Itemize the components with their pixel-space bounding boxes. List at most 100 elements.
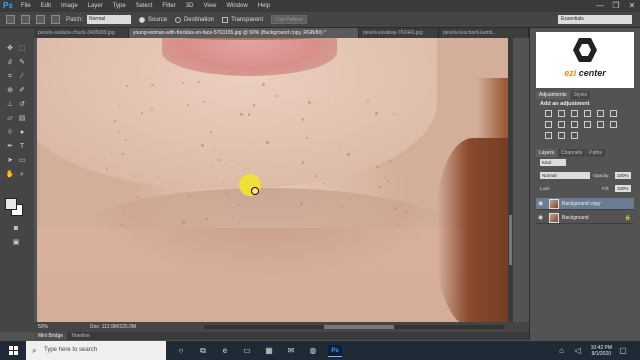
visibility-eye-icon[interactable]: ◉ [538,200,546,207]
threshold-icon[interactable] [558,132,565,139]
file-explorer-icon[interactable]: ▭ [240,345,254,357]
notifications-icon[interactable]: ▢ [616,345,630,357]
lasso-tool-icon[interactable]: ∂ [5,58,15,67]
volume-icon[interactable]: ◁ [571,345,585,357]
brightness-icon[interactable] [545,110,552,117]
marquee-tool-icon[interactable]: ⬚ [17,44,27,53]
add-selection-icon[interactable] [36,15,45,24]
quick-select-icon[interactable]: ✎ [17,58,27,67]
tab-layers[interactable]: Layers [536,149,558,157]
color-lookup-icon[interactable] [597,121,604,128]
fill-input[interactable]: 100% [615,185,631,192]
workspace-select[interactable]: Essentials [558,15,632,24]
menu-image[interactable]: Image [61,3,78,9]
transparent-checkbox[interactable] [222,16,229,23]
zoom-level[interactable]: 50% [38,324,60,330]
tab-document-1[interactable]: pexels-wallace-chuck-3435909.jpg [34,28,129,38]
vertical-scroll-thumb[interactable] [509,215,512,265]
curves-icon[interactable] [571,110,578,117]
zoom-tool-icon[interactable]: ⌕ [17,170,27,179]
screen-mode-icon[interactable]: ▣ [11,238,21,247]
windows-icon[interactable] [9,345,19,356]
gradient-tool-icon[interactable]: ▤ [17,114,27,123]
healing-brush-icon[interactable]: ⊕ [5,86,15,95]
tab-adjustments[interactable]: Adjustments [536,91,570,99]
foreground-color-swatch[interactable] [5,198,17,210]
close-button[interactable]: ✕ [624,0,640,12]
posterize-icon[interactable] [545,132,552,139]
taskbar-search-input[interactable]: ⌕ Type here to search [26,341,166,360]
eraser-tool-icon[interactable]: ▱ [5,114,15,123]
edge-icon[interactable]: e [218,345,232,357]
tab-document-3[interactable]: pexels-pixabay-762441.jpg [359,28,439,38]
destination-radio[interactable] [175,16,182,23]
visibility-eye-icon[interactable]: ◉ [538,214,546,221]
path-select-icon[interactable]: ➤ [5,156,15,165]
type-tool-icon[interactable]: T [17,142,27,151]
channel-mixer-icon[interactable] [584,121,591,128]
shape-tool-icon[interactable]: ▭ [17,156,27,165]
menu-filter[interactable]: Filter [162,3,175,9]
tab-channels[interactable]: Channels [558,149,586,157]
hue-saturation-icon[interactable] [610,110,617,117]
menu-edit[interactable]: Edit [41,3,51,9]
clone-stamp-icon[interactable]: ⊥ [5,100,15,109]
menu-select[interactable]: Select [136,3,153,9]
patch-mode-select[interactable]: Normal [87,15,132,24]
clock[interactable]: 10:42 PM 9/1/2020 [591,345,612,357]
horizontal-scroll-thumb[interactable] [324,325,394,329]
dodge-tool-icon[interactable]: ● [17,128,27,137]
blur-tool-icon[interactable]: ◊ [5,128,15,137]
menu-view[interactable]: View [203,3,216,9]
history-brush-icon[interactable]: ↺ [17,100,27,109]
layer-kind-filter[interactable]: Kind [540,159,566,166]
exposure-icon[interactable] [584,110,591,117]
chrome-icon[interactable]: ◍ [306,345,320,357]
store-icon[interactable]: ▦ [262,345,276,357]
patch-tool-icon[interactable] [6,15,15,24]
brush-tool-icon[interactable]: ✐ [17,86,27,95]
tab-mini-bridge[interactable]: Mini Bridge [34,332,68,340]
menu-file[interactable]: File [21,3,31,9]
menu-type[interactable]: Type [113,3,126,9]
new-selection-icon[interactable] [21,15,30,24]
eyedropper-tool-icon[interactable]: ⁄ [17,72,27,81]
use-pattern-button[interactable]: Use Pattern [271,15,308,24]
layer-row-background-copy[interactable]: ◉ Background copy [536,198,634,210]
hand-tool-icon[interactable]: ✋ [5,170,15,179]
invert-icon[interactable] [610,121,617,128]
black-white-icon[interactable] [558,121,565,128]
source-radio[interactable] [139,16,146,23]
crop-tool-icon[interactable]: ⌗ [5,72,15,81]
horizontal-scrollbar[interactable] [204,325,504,329]
tab-document-active[interactable]: young-woman-with-freckles-on-face-576315… [129,28,359,38]
restore-button[interactable]: ❐ [608,0,624,12]
minimize-button[interactable]: — [592,0,608,12]
blend-mode-select[interactable]: Normal [540,172,590,179]
menu-window[interactable]: Window [226,3,247,9]
color-balance-icon[interactable] [545,121,552,128]
menu-help[interactable]: Help [258,3,270,9]
mail-icon[interactable]: ✉ [284,345,298,357]
task-view-icon[interactable]: ⧉ [196,345,210,357]
tab-timeline[interactable]: Timeline [67,332,94,340]
menu-layer[interactable]: Layer [88,3,103,9]
tab-styles[interactable]: Styles [570,91,591,99]
quick-mask-icon[interactable]: ◙ [11,224,21,233]
tab-paths[interactable]: Paths [586,149,605,157]
vibrance-icon[interactable] [597,110,604,117]
levels-icon[interactable] [558,110,565,117]
cortana-icon[interactable]: ○ [174,345,188,357]
move-tool-icon[interactable]: ✥ [5,44,15,53]
menu-3d[interactable]: 3D [186,3,194,9]
document-canvas[interactable] [37,38,513,322]
subtract-selection-icon[interactable] [51,15,60,24]
vertical-scrollbar[interactable] [508,38,513,322]
opacity-input[interactable]: 100% [615,172,631,179]
network-icon[interactable]: ⌂ [555,345,569,357]
photoshop-icon[interactable]: Ps [328,344,342,357]
pen-tool-icon[interactable]: ✒ [5,142,15,151]
photo-filter-icon[interactable] [571,121,578,128]
gradient-map-icon[interactable] [571,132,578,139]
layer-row-background[interactable]: ◉ Background 🔒 [536,212,634,224]
